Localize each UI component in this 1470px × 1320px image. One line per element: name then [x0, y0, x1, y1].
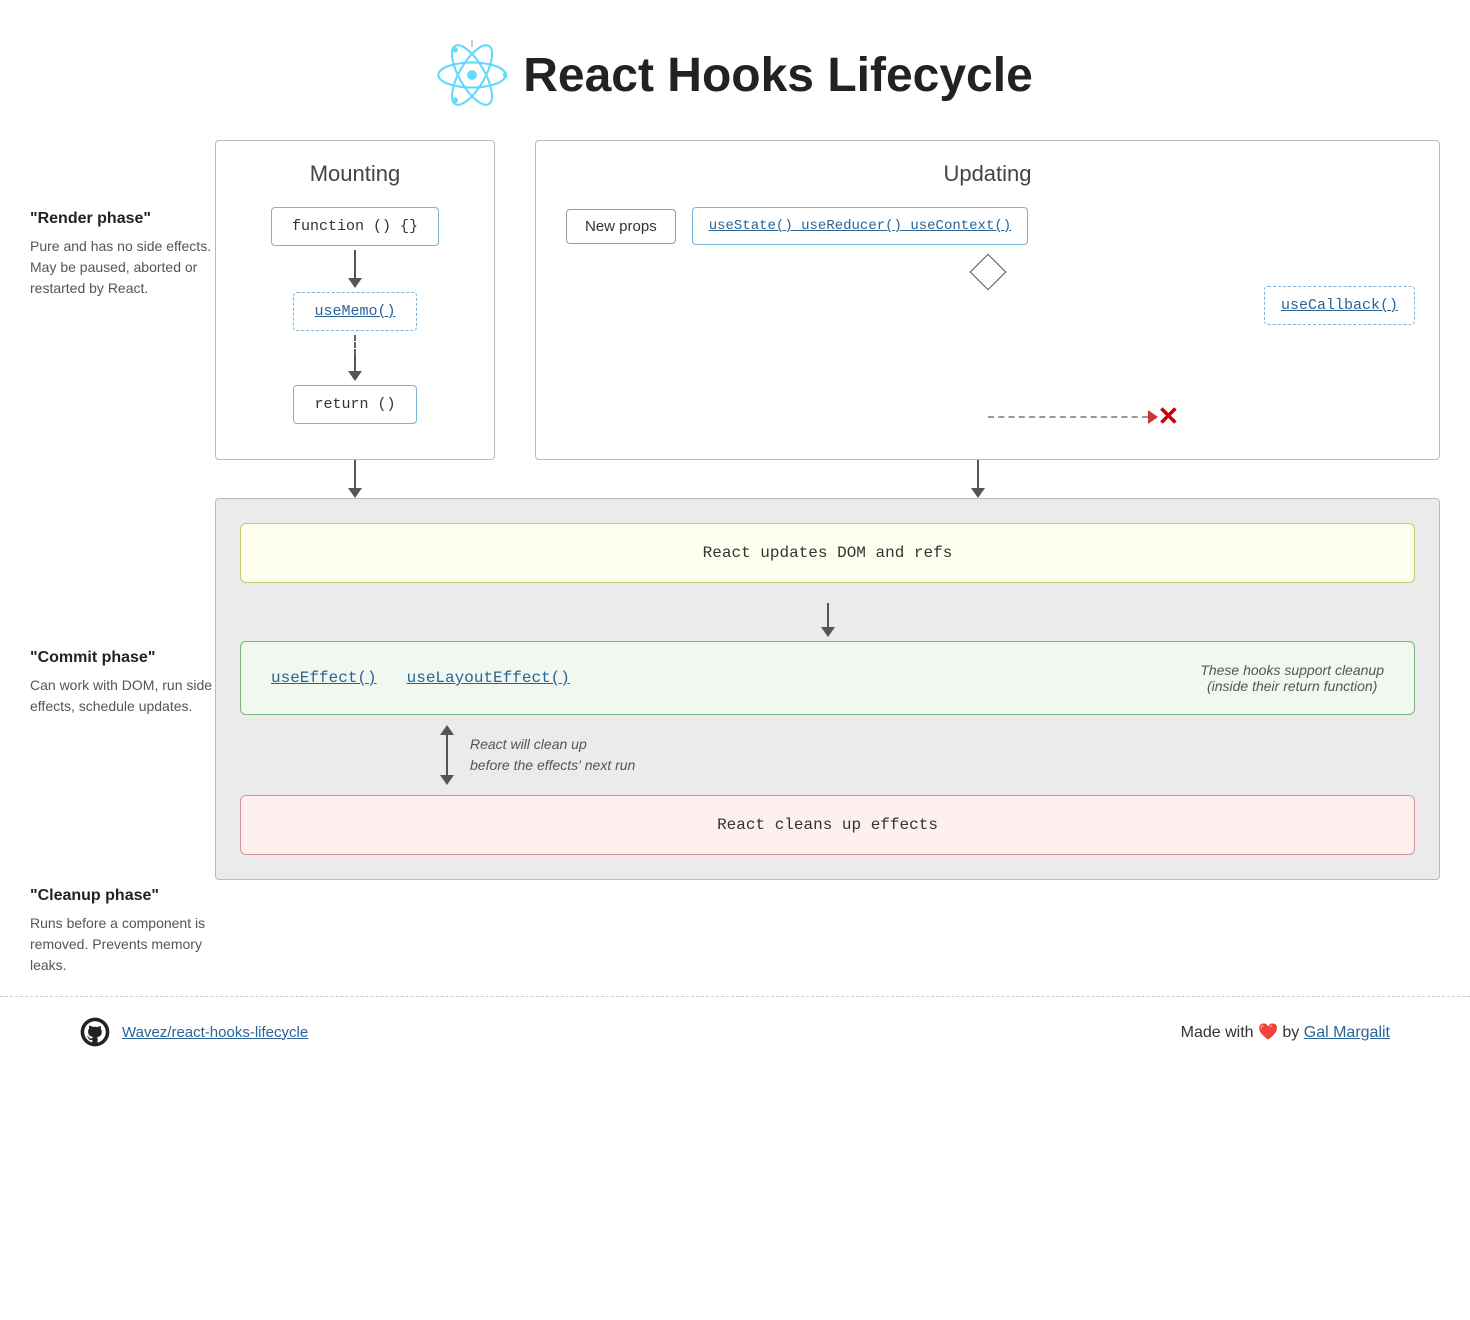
- dom-update-text: React updates DOM and refs: [703, 544, 953, 562]
- heart-icon: ❤️: [1258, 1024, 1282, 1041]
- commit-phase-section: "Commit phase" Can work with DOM, run si…: [30, 319, 215, 717]
- function-node: function () {}: [271, 207, 439, 246]
- usememo-node[interactable]: useMemo(): [293, 292, 416, 331]
- render-phase-title: "Render phase": [30, 210, 215, 228]
- commit-cleanup-section: React updates DOM and refs useEffect() u…: [215, 498, 1440, 880]
- useeffect-links: useEffect() useLayoutEffect(): [271, 669, 570, 687]
- solid-line-2: [354, 355, 356, 371]
- dashed-line-2: [354, 335, 356, 355]
- diamond-container: [566, 259, 1409, 285]
- dashed-line-x: [988, 416, 1148, 418]
- bi-arrow-up-head: [440, 725, 454, 735]
- github-icon: [80, 1017, 110, 1047]
- effect-arrow-line: [827, 603, 829, 627]
- left-labels-column: "Render phase" Pure and has no side effe…: [30, 140, 215, 976]
- arrow-2: [348, 335, 362, 381]
- arrow-to-x: [1148, 410, 1158, 424]
- section-connector-arrows: [215, 460, 1440, 498]
- dom-update-box: React updates DOM and refs: [240, 523, 1415, 583]
- footer-right: Made with ❤️ by Gal Margalit: [1181, 1022, 1390, 1042]
- cleanup-phase-title: "Cleanup phase": [30, 887, 215, 905]
- cleanup-note: These hooks support cleanup (inside thei…: [1200, 662, 1384, 694]
- header: React Hooks Lifecycle: [0, 20, 1470, 140]
- update-arrow-line: [977, 460, 979, 488]
- bi-arrow-line: [446, 735, 448, 775]
- cleanup-box: React cleans up effects: [240, 795, 1415, 855]
- dashed-arrow-x: ✕: [988, 401, 1180, 432]
- arrow-head-2: [348, 371, 362, 381]
- red-x-symbol: ✕: [1158, 401, 1180, 432]
- made-with-text: Made with: [1181, 1024, 1254, 1041]
- useeffect-box: useEffect() useLayoutEffect() These hook…: [240, 641, 1415, 715]
- bi-arrow: [440, 725, 454, 785]
- updating-top-row: New props useState() useReducer() useCon…: [566, 207, 1409, 245]
- render-phase-desc: Pure and has no side effects. May be pau…: [30, 236, 215, 299]
- usestate-node[interactable]: useState() useReducer() useContext(): [692, 207, 1028, 245]
- bi-arrow-down-head: [440, 775, 454, 785]
- commit-phase-desc: Can work with DOM, run side effects, sch…: [30, 675, 215, 717]
- cleanup-text: React cleans up effects: [717, 816, 938, 834]
- commit-phase-title: "Commit phase": [30, 649, 215, 667]
- cleanup-arrow-section: React will clean up before the effects' …: [240, 725, 1415, 785]
- cleanup-note-line2: (inside their return function): [1200, 678, 1384, 694]
- react-logo-icon: [437, 40, 507, 110]
- update-arrow-head: [971, 488, 985, 498]
- cleanup-note-text2: before the effects' next run: [470, 755, 635, 776]
- author-link[interactable]: Gal Margalit: [1304, 1024, 1390, 1041]
- usecallback-node[interactable]: useCallback(): [1264, 286, 1415, 325]
- useeffect-link[interactable]: useEffect(): [271, 669, 377, 687]
- by-text: by: [1282, 1024, 1299, 1041]
- cleanup-phase-section: "Cleanup phase" Runs before a component …: [30, 717, 215, 976]
- mounting-flow: function () {} useMemo(): [246, 207, 464, 424]
- mount-arrow-line: [354, 460, 356, 488]
- diagram-column: Mounting function () {} useMemo(): [215, 140, 1440, 880]
- updating-box: Updating New props useState() useReducer…: [535, 140, 1440, 460]
- effect-arrow-head: [821, 627, 835, 637]
- mount-arrow-head: [348, 488, 362, 498]
- footer: Wavez/react-hooks-lifecycle Made with ❤️…: [0, 996, 1470, 1067]
- page-container: React Hooks Lifecycle "Render phase" Pur…: [0, 0, 1470, 1320]
- cleanup-note-line1: These hooks support cleanup: [1200, 662, 1384, 678]
- mounting-box: Mounting function () {} useMemo(): [215, 140, 495, 460]
- github-link[interactable]: Wavez/react-hooks-lifecycle: [122, 1024, 308, 1041]
- page-title: React Hooks Lifecycle: [523, 48, 1033, 103]
- mounting-title: Mounting: [246, 161, 464, 187]
- arrow-1: [348, 250, 362, 288]
- footer-left: Wavez/react-hooks-lifecycle: [80, 1017, 308, 1047]
- updating-title: Updating: [566, 161, 1409, 187]
- new-props-node: New props: [566, 209, 676, 244]
- top-boxes-row: Mounting function () {} useMemo(): [215, 140, 1440, 460]
- main-layout: "Render phase" Pure and has no side effe…: [0, 140, 1470, 976]
- uselayouteffect-link[interactable]: useLayoutEffect(): [407, 669, 570, 687]
- render-phase-section: "Render phase" Pure and has no side effe…: [30, 140, 215, 319]
- arrow-line-1: [354, 250, 356, 278]
- cleanup-arrow-note: React will clean up before the effects' …: [470, 734, 635, 776]
- cleanup-phase-desc: Runs before a component is removed. Prev…: [30, 913, 215, 976]
- mounting-down-arrow: [215, 460, 495, 498]
- arrow-to-effects: [240, 603, 1415, 637]
- diamond-shape: [969, 254, 1006, 291]
- cleanup-note-text1: React will clean up: [470, 734, 635, 755]
- return-node: return (): [293, 385, 416, 424]
- arrow-head-1: [348, 278, 362, 288]
- updating-down-arrow: [515, 460, 1440, 498]
